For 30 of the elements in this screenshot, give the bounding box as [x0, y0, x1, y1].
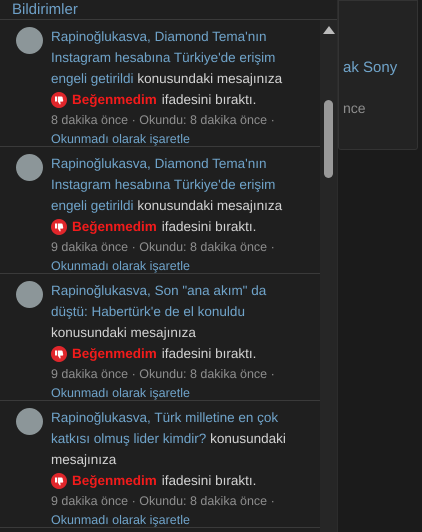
scroll-up-arrow-icon[interactable] — [322, 26, 334, 34]
reaction-label: Beğenmedim — [72, 218, 157, 236]
reaction-text: ifadesini bıraktı. — [162, 345, 256, 363]
notification-time: 9 dakika önce · Okundu: 8 dakika önce · — [51, 493, 276, 510]
reaction-text: ifadesini bıraktı. — [162, 218, 256, 236]
avatar[interactable] — [16, 154, 43, 181]
avatar[interactable] — [16, 27, 43, 54]
reaction-label: Beğenmedim — [72, 472, 157, 490]
reaction-text: ifadesini bıraktı. — [162, 91, 256, 109]
mark-unread-link[interactable]: Okunmadı olarak işaretle — [51, 130, 190, 149]
mark-unread-link[interactable]: Okunmadı olarak işaretle — [51, 257, 190, 276]
background-link[interactable]: ak Sony — [343, 57, 417, 78]
thumbs-down-icon — [51, 92, 67, 108]
reaction-label: Beğenmedim — [72, 345, 157, 363]
avatar[interactable] — [16, 408, 43, 435]
scrollbar-thumb[interactable] — [324, 100, 333, 178]
notification-time: 9 dakika önce · Okundu: 8 dakika önce · — [51, 366, 276, 383]
mark-unread-link[interactable]: Okunmadı olarak işaretle — [51, 384, 190, 403]
thumbs-down-icon — [51, 218, 67, 234]
thumbs-down-icon — [51, 346, 67, 362]
reaction-label: Beğenmedim — [72, 91, 157, 109]
popup-title: Bildirimler — [12, 1, 78, 19]
notification-time: 8 dakika önce · Okundu: 8 dakika önce · — [51, 112, 276, 129]
notification-time: 9 dakika önce · Okundu: 8 dakika önce · — [51, 239, 276, 256]
thumbs-down-icon — [51, 472, 67, 488]
mark-unread-link[interactable]: Okunmadı olarak işaretle — [51, 511, 190, 530]
scrollbar[interactable] — [320, 20, 337, 532]
avatar[interactable] — [16, 281, 43, 308]
reaction-text: ifadesini bıraktı. — [162, 472, 256, 490]
background-text: nce — [343, 99, 367, 118]
